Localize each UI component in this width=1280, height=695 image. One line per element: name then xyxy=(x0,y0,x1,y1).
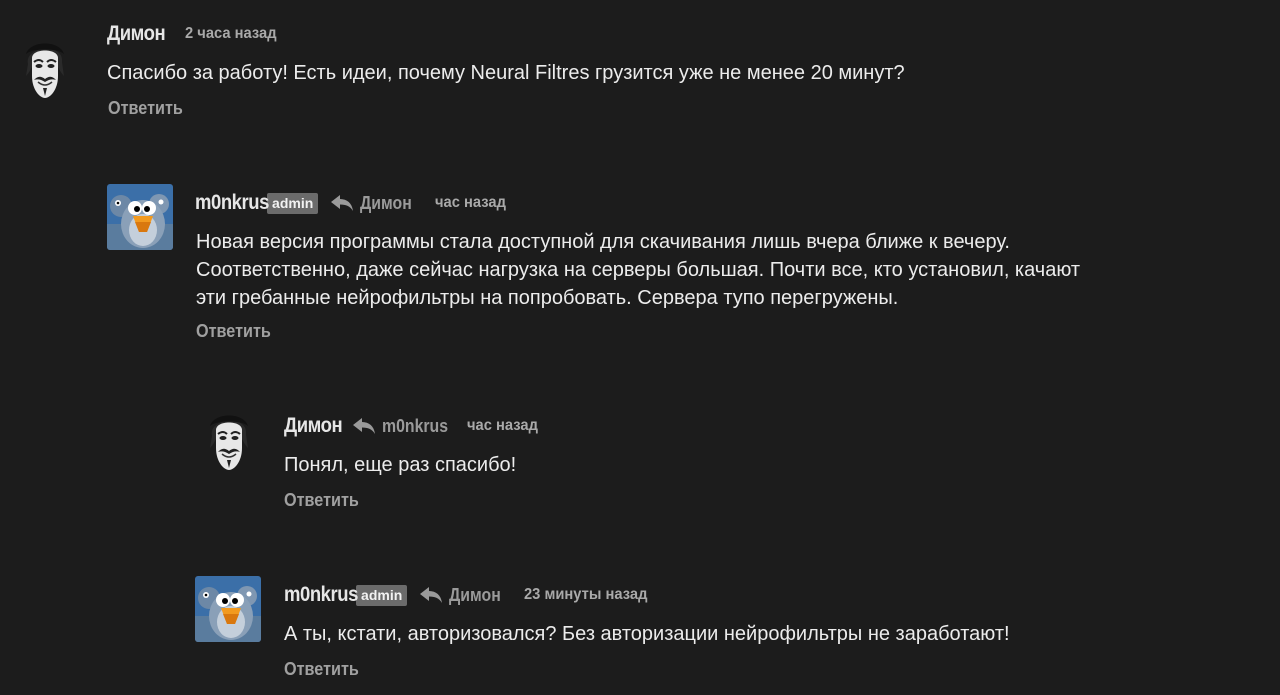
comment-text: Спасибо за работу! Есть идеи, почему Neu… xyxy=(107,62,905,84)
admin-badge: admin xyxy=(267,192,319,214)
avatar[interactable] xyxy=(12,36,78,102)
author-name[interactable]: Димон xyxy=(107,22,166,46)
comment-header: m0nkrus admin Димон 23 минуты назад xyxy=(284,580,658,610)
author-name[interactable]: m0nkrus xyxy=(195,191,269,215)
reply-to-link[interactable]: Димон xyxy=(419,585,508,606)
author-name[interactable]: m0nkrus xyxy=(284,583,358,607)
author-name[interactable]: Димон xyxy=(284,414,343,438)
comment-header: m0nkrus admin Димон час назад xyxy=(195,188,512,218)
reply-to-name: Димон xyxy=(449,584,502,605)
reply-to-link[interactable]: Димон xyxy=(330,193,419,214)
avatar[interactable] xyxy=(195,576,261,642)
reply-button[interactable]: Ответить xyxy=(196,321,271,342)
comment-text-line: Соответственно, даже сейчас нагрузка на … xyxy=(196,259,1081,281)
reply-to-link[interactable]: m0nkrus xyxy=(352,416,457,437)
reply-arrow-icon xyxy=(352,417,376,435)
comment-header: Димон m0nkrus час назад xyxy=(284,411,544,441)
comment-time[interactable]: 2 часа назад xyxy=(185,25,277,43)
avatar[interactable] xyxy=(196,408,262,474)
comment-text-line: эти гребанные нейрофильтры на попробоват… xyxy=(196,287,899,309)
guy-fawkes-mask-icon xyxy=(12,36,78,102)
guy-fawkes-mask-icon xyxy=(196,408,262,474)
comment-time[interactable]: час назад xyxy=(467,417,538,435)
comment-text: Новая версия программы стала доступной д… xyxy=(196,228,1276,312)
reply-arrow-icon xyxy=(330,194,354,212)
comment-text: Понял, еще раз спасибо! xyxy=(284,454,517,476)
comment-text-line: Новая версия программы стала доступной д… xyxy=(196,231,1010,253)
reply-arrow-icon xyxy=(419,586,443,604)
bird-icon xyxy=(107,184,173,250)
avatar[interactable] xyxy=(107,184,173,250)
reply-to-name: Димон xyxy=(360,192,413,213)
reply-to-name: m0nkrus xyxy=(382,415,449,436)
comment-time[interactable]: 23 минуты назад xyxy=(524,586,647,604)
bird-icon xyxy=(195,576,261,642)
admin-badge: admin xyxy=(356,584,408,606)
reply-button[interactable]: Ответить xyxy=(284,659,359,680)
reply-button[interactable]: Ответить xyxy=(108,98,183,119)
comment-text: А ты, кстати, авторизовался? Без авториз… xyxy=(284,623,1010,645)
comment-time[interactable]: час назад xyxy=(435,194,506,212)
comment-header: Димон 2 часа назад xyxy=(107,20,285,48)
reply-button[interactable]: Ответить xyxy=(284,490,359,511)
